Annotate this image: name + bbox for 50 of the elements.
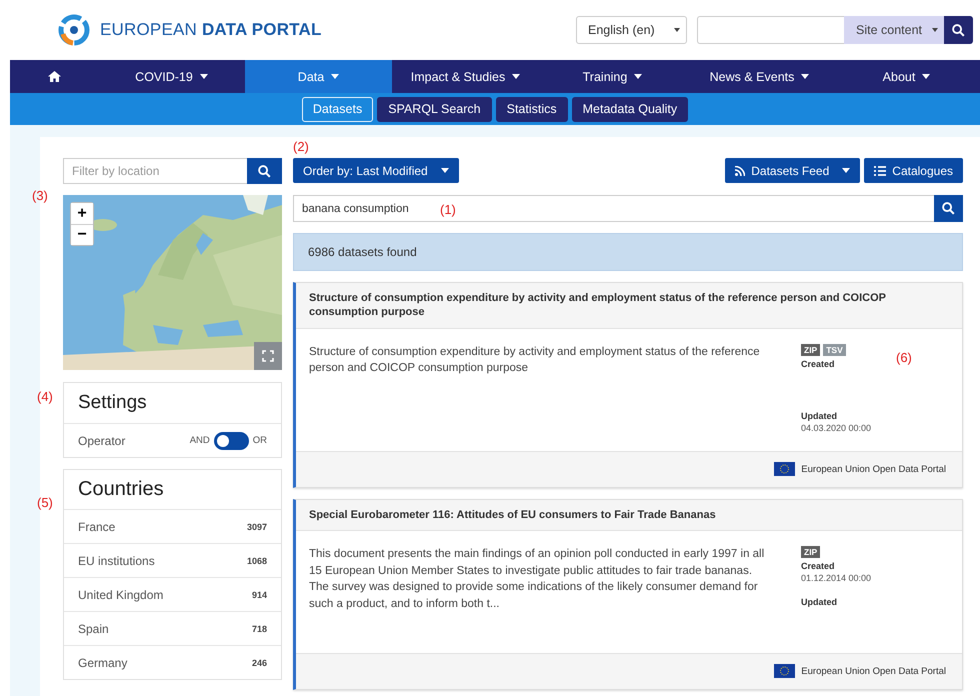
nav-menu-item[interactable]: Training bbox=[539, 60, 686, 93]
updated-label: Updated bbox=[801, 596, 837, 607]
country-item[interactable]: United Kingdom 914 bbox=[64, 577, 281, 611]
dataset-title[interactable]: Structure of consumption expenditure by activity and employment status of the reference person and COICOP consumption purpose bbox=[296, 283, 962, 329]
country-item[interactable]: EU institutions 1068 bbox=[64, 543, 281, 577]
country-item[interactable]: France 3097 bbox=[64, 510, 281, 543]
annotation-label: (4) bbox=[37, 389, 53, 404]
subnav-tab[interactable]: Statistics bbox=[496, 96, 568, 122]
format-tag: TSV bbox=[823, 344, 846, 356]
annotation-label: (5) bbox=[37, 495, 53, 510]
catalogues-button[interactable]: Catalogues bbox=[864, 158, 963, 183]
dataset-description: This document presents the main findings of an opinion poll conducted in early 1997 in all 15 European Union Member States to investigate public attitudes to fair trade bananas. The survey was designed to provide some indications of the likely consumer demand for such a product, and to inform both t... bbox=[309, 548, 764, 610]
updated-date: 04.03.2020 00:00 bbox=[801, 422, 872, 433]
language-select[interactable]: English (en) bbox=[576, 16, 687, 44]
country-item[interactable]: Germany 246 bbox=[64, 645, 281, 679]
search-scope-select[interactable]: Site content bbox=[844, 16, 944, 44]
zoom-out-button[interactable]: − bbox=[71, 224, 93, 245]
datasets-feed-button[interactable]: Datasets Feed bbox=[725, 158, 860, 183]
and-label: AND bbox=[190, 435, 210, 446]
subnav-tab[interactable]: SPARQL Search bbox=[377, 96, 492, 122]
nav-menu-item[interactable]: About bbox=[833, 60, 980, 93]
operator-label: Operator bbox=[78, 434, 126, 448]
created-label: Created bbox=[801, 560, 835, 571]
nav-menu-item[interactable]: Impact & Studies bbox=[392, 60, 539, 93]
annotation-label: (6) bbox=[896, 350, 912, 365]
publisher-name: European Union Open Data Portal bbox=[801, 666, 946, 677]
countries-title: Countries bbox=[64, 470, 281, 510]
nav-menu-item[interactable]: Data bbox=[245, 60, 392, 93]
updated-label: Updated bbox=[801, 410, 837, 421]
annotation-label: (2) bbox=[293, 139, 309, 154]
site-title[interactable]: EUROPEAN DATA PORTAL bbox=[100, 20, 322, 40]
order-by-button[interactable]: Order by: Last Modified bbox=[293, 158, 459, 183]
publisher-name: European Union Open Data Portal bbox=[801, 464, 946, 475]
result-count: 6986 datasets found bbox=[293, 233, 963, 271]
created-label: Created bbox=[801, 358, 835, 369]
nav-menu-item[interactable]: News & Events bbox=[686, 60, 833, 93]
created-date: 01.12.2014 00:00 bbox=[801, 572, 872, 583]
country-item[interactable]: Spain 718 bbox=[64, 611, 281, 645]
annotation-label: (1) bbox=[440, 202, 456, 217]
format-tag: ZIP bbox=[801, 546, 820, 558]
subnav-tab[interactable]: Datasets bbox=[302, 96, 374, 122]
format-tag: ZIP bbox=[801, 344, 820, 356]
annotation-label: (3) bbox=[32, 188, 48, 203]
dataset-description: Structure of consumption expenditure by activity and employment status of the reference person and COICOP consumption purpose bbox=[309, 346, 760, 374]
or-label: OR bbox=[252, 435, 267, 446]
settings-title: Settings bbox=[64, 383, 281, 424]
nav-menu-item[interactable]: COVID-19 bbox=[98, 60, 245, 93]
location-filter-field[interactable]: Filter by location bbox=[63, 158, 247, 184]
subnav-tab[interactable]: Metadata Quality bbox=[572, 96, 688, 122]
dataset-title[interactable]: Special Eurobarometer 116: Attitudes of EU consumers to Fair Trade Bananas bbox=[296, 500, 962, 531]
